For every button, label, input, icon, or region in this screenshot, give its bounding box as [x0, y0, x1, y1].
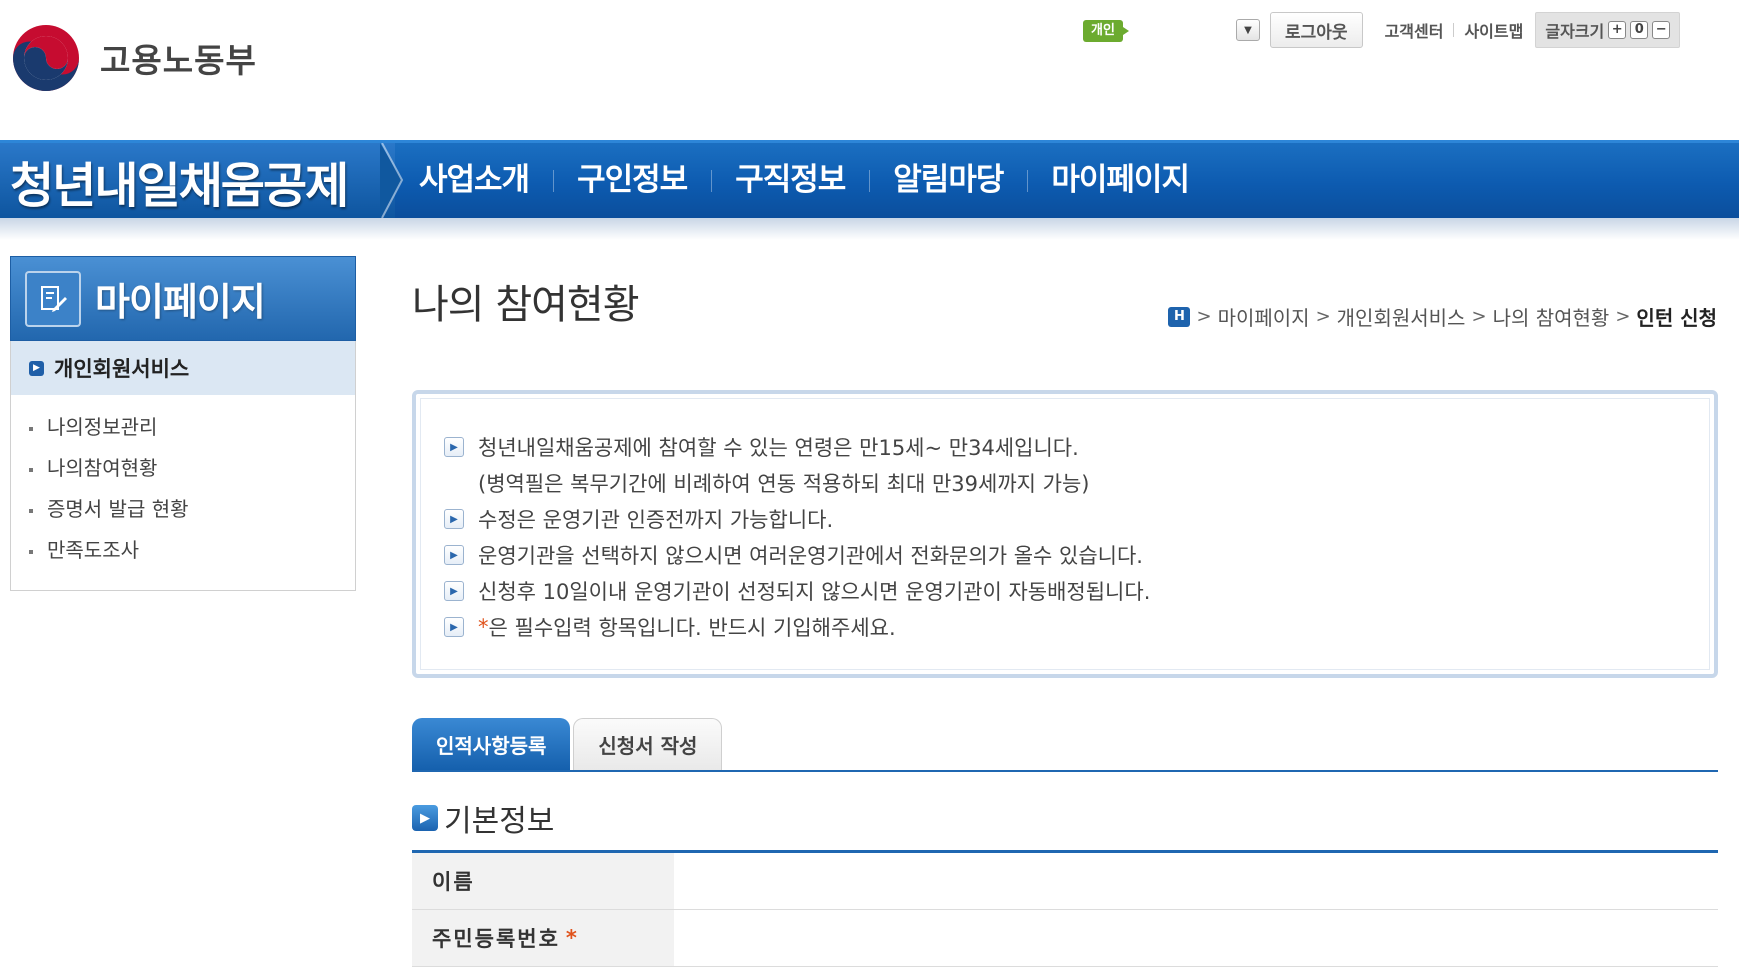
font-size-decrease-button[interactable]: − [1652, 21, 1671, 39]
arrow-right-icon: ▶ [444, 509, 464, 529]
rrn-label: 주민등록번호 [432, 927, 560, 951]
nav-item-notices[interactable]: 알림마당 [869, 143, 1027, 218]
notice-text: 수정은 운영기관 인증전까지 가능합니다. [478, 508, 834, 532]
sidebar-list: 나의정보관리 나의참여현황 증명서 발급 현황 만족도조사 [10, 395, 356, 591]
sidebar-item-certificates[interactable]: 증명서 발급 현황 [11, 489, 355, 530]
required-mark: * [478, 615, 489, 639]
page-title: 나의 참여현황 [412, 282, 640, 328]
brand-title[interactable]: 청년내일채움공제 [0, 143, 395, 218]
sidebar-item-my-participation[interactable]: 나의참여현황 [11, 448, 355, 489]
name-value [674, 853, 1718, 909]
breadcrumb: H > 마이페이지 > 개인회원서비스 > 나의 참여현황 > 인턴 신청 [1168, 302, 1717, 331]
chevron-right-icon: > [1615, 306, 1631, 327]
member-type-badge: 개인 [1083, 20, 1129, 42]
breadcrumb-item[interactable]: 마이페이지 [1218, 302, 1310, 331]
tab-application[interactable]: 신청서 작성 [573, 718, 723, 770]
breadcrumb-current: 인턴 신청 [1636, 306, 1717, 330]
sidebar: 마이페이지 ▶ 개인회원서비스 나의정보관리 나의참여현황 증명서 발급 현황 … [10, 256, 356, 591]
customer-center-link[interactable]: 고객센터 [1385, 18, 1444, 42]
font-size-label: 글자크기 [1545, 22, 1605, 41]
arrow-right-icon: ▶ [444, 437, 464, 457]
sidebar-item-label: 만족도조사 [47, 538, 139, 562]
form-tabs: 인적사항등록 신청서 작성 [412, 718, 725, 770]
sidebar-section-label: 개인회원서비스 [54, 357, 190, 381]
notice-text: 청년내일채움공제에 참여할 수 있는 연령은 만15세~ 만34세입니다. [478, 436, 1079, 460]
section-title-text: 기본정보 [444, 804, 555, 839]
ministry-logo[interactable]: 고용노동부 [10, 22, 257, 94]
chevron-right-icon: > [1196, 306, 1212, 327]
required-mark: * [565, 926, 579, 950]
rrn-label-cell: 주민등록번호 * [412, 910, 674, 966]
sidebar-section-header[interactable]: ▶ 개인회원서비스 [10, 341, 356, 395]
nav-item-job-offers[interactable]: 구인정보 [553, 143, 711, 218]
notice-box: ▶ 청년내일채움공제에 참여할 수 있는 연령은 만15세~ 만34세입니다. … [412, 390, 1718, 678]
chevron-right-icon: > [1471, 306, 1487, 327]
nav-shadow [0, 218, 1739, 240]
main-navbar: 청년내일채움공제 사업소개 구인정보 구직정보 알림마당 마이페이지 [0, 140, 1739, 218]
basic-info-table: 이름 주민등록번호 * [412, 850, 1718, 967]
chevron-right-icon: > [1315, 306, 1331, 327]
sidebar-header: 마이페이지 [10, 256, 356, 341]
utility-menu: ▼ 로그아웃 고객센터 사이트맵 글자크기 + 0 − [1236, 12, 1681, 48]
sidebar-item-label: 나의정보관리 [47, 415, 158, 439]
nav-item-mypage[interactable]: 마이페이지 [1027, 143, 1213, 218]
sitemap-link[interactable]: 사이트맵 [1464, 18, 1523, 42]
breadcrumb-item[interactable]: 개인회원서비스 [1337, 302, 1466, 331]
nav-item-job-seekers[interactable]: 구직정보 [711, 143, 869, 218]
font-size-reset-button[interactable]: 0 [1630, 21, 1649, 39]
notice-text: 신청후 10일이내 운영기관이 선정되지 않으시면 운영기관이 자동배정됩니다. [478, 580, 1151, 604]
bullet [29, 508, 33, 513]
nav-item-business-intro[interactable]: 사업소개 [395, 143, 553, 218]
ministry-name: 고용노동부 [100, 41, 257, 80]
arrow-right-icon: ▶ [444, 581, 464, 601]
sidebar-item-label: 나의참여현황 [47, 456, 158, 480]
notice-item: ▶ 신청후 10일이내 운영기관이 선정되지 않으시면 운영기관이 자동배정됩니… [444, 576, 1150, 606]
tab-personal-info[interactable]: 인적사항등록 [412, 718, 571, 770]
edit-document-icon [25, 270, 81, 327]
logout-button[interactable]: 로그아웃 [1270, 12, 1363, 48]
notice-item: ▶ * 은 필수입력 항목입니다. 반드시 기입해주세요. [444, 612, 896, 642]
breadcrumb-item[interactable]: 나의 참여현황 [1493, 302, 1610, 331]
notice-item: ▶ 수정은 운영기관 인증전까지 가능합니다. [444, 504, 833, 534]
sidebar-item-my-info[interactable]: 나의정보관리 [11, 407, 355, 448]
notice-item: ▶ 청년내일채움공제에 참여할 수 있는 연령은 만15세~ 만34세입니다. [444, 432, 1079, 462]
main-menu: 사업소개 구인정보 구직정보 알림마당 마이페이지 [395, 143, 1213, 218]
notice-text: 운영기관을 선택하지 않으시면 여러운영기관에서 전화문의가 올수 있습니다. [478, 544, 1143, 568]
notice-text: (병역필은 복무기간에 비례하여 연동 적용하되 최대 만39세까지 가능) [478, 472, 1090, 496]
arrow-right-icon: ▶ [29, 360, 44, 376]
chevron-down-icon[interactable]: ▼ [1236, 19, 1260, 41]
bullet [29, 467, 33, 472]
arrow-right-icon: ▶ [444, 617, 464, 637]
notice-text: 은 필수입력 항목입니다. 반드시 기입해주세요. [488, 616, 896, 640]
sidebar-item-label: 증명서 발급 현황 [47, 497, 189, 521]
notice-item-continued: (병역필은 복무기간에 비례하여 연동 적용하되 최대 만39세까지 가능) [478, 468, 1089, 498]
section-title: ▶ 기본정보 [412, 796, 554, 840]
form-row-rrn: 주민등록번호 * [412, 910, 1718, 967]
divider [1453, 23, 1455, 37]
tabs-underline [412, 770, 1718, 772]
font-size-control: 글자크기 + 0 − [1535, 12, 1681, 48]
taegeuk-icon [13, 25, 79, 91]
bullet [29, 549, 33, 554]
home-icon[interactable]: H [1168, 306, 1191, 327]
bullet [29, 426, 33, 431]
sidebar-item-survey[interactable]: 만족도조사 [11, 530, 355, 571]
rrn-value [674, 910, 1718, 966]
arrow-right-icon: ▶ [444, 545, 464, 565]
notice-item: ▶ 운영기관을 선택하지 않으시면 여러운영기관에서 전화문의가 올수 있습니다… [444, 540, 1143, 570]
name-label: 이름 [412, 853, 674, 909]
font-size-increase-button[interactable]: + [1608, 21, 1627, 39]
arrow-right-icon: ▶ [412, 805, 438, 831]
form-row-name: 이름 [412, 853, 1718, 910]
sidebar-title: 마이페이지 [95, 280, 266, 324]
